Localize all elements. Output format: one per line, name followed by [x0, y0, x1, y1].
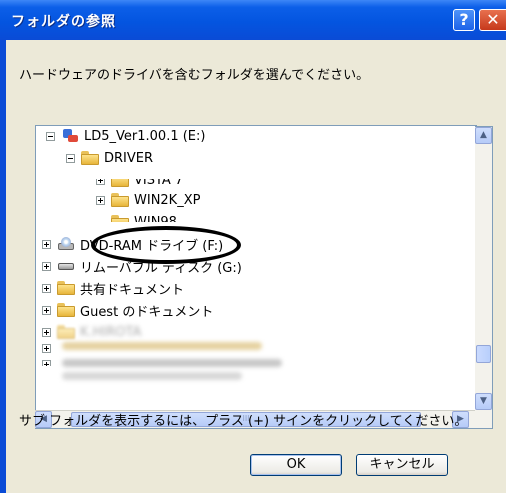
folder-icon [111, 193, 129, 207]
expand-icon[interactable] [42, 239, 51, 249]
blurred-item [62, 359, 282, 367]
ok-button[interactable]: OK [250, 454, 342, 476]
tree-item-label: K.HIROTA [80, 324, 142, 340]
tree-item-label: Guest のドキュメント [80, 304, 214, 320]
tree-item-partial[interactable] [42, 354, 57, 366]
hint-text: サブ フォルダを表示するには、プラス (+) サインをクリックしてください。 [19, 414, 468, 429]
dvd-drive-icon [57, 237, 75, 251]
folder-icon [111, 215, 129, 222]
tree-item-label: DRIVER [104, 150, 154, 166]
vertical-scrollbar[interactable]: ▲ ▼ [475, 126, 493, 429]
tree-item-shared-documents[interactable]: 共有ドキュメント [42, 278, 184, 298]
network-drive-icon [61, 129, 79, 143]
folder-icon [111, 179, 129, 187]
expand-icon[interactable] [42, 343, 51, 353]
folder-tree[interactable]: LD5_Ver1.00.1 (E:) DRIVER VISTA 7 WIN2K_… [35, 125, 477, 429]
close-button[interactable]: ✕ [479, 9, 506, 31]
dialog-title: フォルダの参照 [11, 14, 116, 30]
cancel-button[interactable]: キャンセル [356, 454, 448, 476]
help-button[interactable]: ? [453, 9, 475, 31]
removable-disk-icon [57, 259, 75, 273]
tree-item-win2k-xp[interactable]: WIN2K_XP [96, 190, 200, 210]
blurred-item [62, 342, 262, 350]
expand-icon[interactable] [42, 359, 51, 366]
expand-icon[interactable] [42, 261, 51, 271]
tree-item-label: 共有ドキュメント [80, 282, 185, 298]
expand-icon[interactable] [96, 195, 105, 205]
folder-icon [81, 151, 99, 165]
tree-item-vista7[interactable]: VISTA 7 [96, 172, 184, 190]
tree-item-driver[interactable]: DRIVER [66, 148, 153, 168]
tree-item-label: LD5_Ver1.00.1 (E:) [84, 128, 206, 144]
collapse-icon[interactable] [46, 131, 55, 141]
instruction-text: ハードウェアのドライバを含むフォルダを選んでください。 [19, 68, 370, 83]
collapse-icon[interactable] [66, 153, 75, 163]
highlight-ellipse [91, 226, 241, 264]
blurred-item [62, 372, 242, 380]
tree-item-label: WIN2K_XP [134, 192, 201, 208]
expand-icon[interactable] [96, 179, 105, 185]
tree-item-ld5-drive[interactable]: LD5_Ver1.00.1 (E:) [46, 126, 205, 146]
dialog-body: ハードウェアのドライバを含むフォルダを選んでください。 LD5_Ver1.00.… [6, 40, 506, 493]
tree-item-guest-documents[interactable]: Guest のドキュメント [42, 300, 213, 320]
browse-folder-dialog: フォルダの参照 ? ✕ ハードウェアのドライバを含むフォルダを選んでください。 … [0, 0, 506, 493]
tree-item-label: VISTA 7 [134, 172, 184, 188]
scroll-down-button[interactable]: ▼ [475, 393, 492, 410]
expand-icon[interactable] [42, 327, 51, 337]
expand-icon[interactable] [42, 305, 51, 315]
folder-icon [57, 303, 75, 317]
expand-icon[interactable] [42, 283, 51, 293]
folder-icon [57, 325, 75, 339]
vertical-scroll-thumb[interactable] [476, 345, 491, 363]
title-bar[interactable]: フォルダの参照 ? ✕ [0, 0, 506, 40]
scroll-up-button[interactable]: ▲ [475, 127, 492, 144]
folder-icon [57, 281, 75, 295]
